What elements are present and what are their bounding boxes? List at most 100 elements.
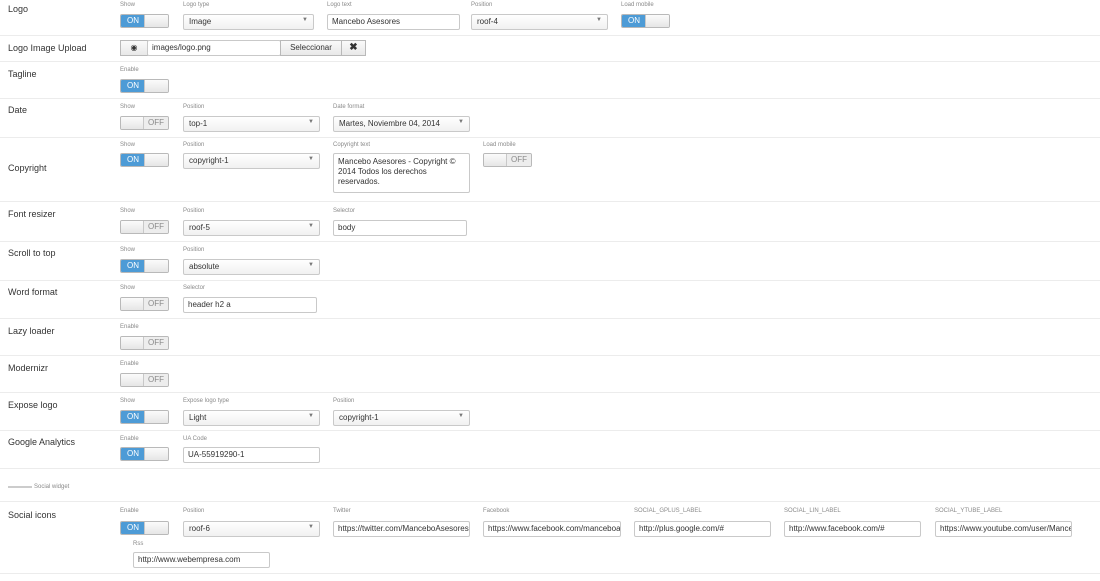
scroll-top-show-toggle[interactable]: ON [120,259,169,273]
divider [0,318,1100,319]
divider [0,201,1100,202]
lin-input[interactable]: http://www.facebook.com/# [784,521,921,537]
logo-path-input[interactable]: images/logo.png [147,40,281,56]
toggle-knob [121,221,144,233]
copyright-position-select[interactable]: copyright-1 ▼ [183,153,320,169]
divider [0,501,1100,502]
copyright-mobile-toggle[interactable]: OFF [483,153,532,167]
chevron-down-icon: ▼ [596,17,602,23]
logo-show-label: Show [120,2,136,8]
logo-position-select[interactable]: roof-4 ▼ [471,14,608,30]
toggle-on-text: ON [121,260,145,272]
font-resizer-show-toggle[interactable]: OFF [120,220,169,234]
select-file-button[interactable]: Seleccionar [280,40,342,56]
divider [0,98,1100,99]
date-position-select[interactable]: top-1 ▼ [183,116,320,132]
toggle-on-text: ON [121,522,145,534]
ytube-input[interactable]: https://www.youtube.com/user/ManceboAses… [935,521,1072,537]
modernizr-enable-toggle[interactable]: OFF [120,373,169,387]
date-format-label: Date format [333,104,365,110]
logo-show-toggle[interactable]: ON [120,14,169,28]
textarea-value: Mancebo Asesores - Copyright © 2014 Todo… [338,157,456,186]
toggle-knob [645,15,669,27]
lin-label: SOCIAL_LIN_LABEL [784,508,841,514]
eye-icon: ◉ [130,43,138,52]
expose-logo-label: Expose logo [8,400,58,410]
lazy-loader-label: Lazy loader [8,326,55,336]
social-widget-heading: Social widget [34,484,70,490]
font-resizer-selector-input[interactable]: body [333,220,467,236]
toggle-knob [144,260,168,272]
font-resizer-label: Font resizer [8,209,56,219]
input-value: UA-55919290-1 [188,450,245,459]
font-resizer-position-select[interactable]: roof-5 ▼ [183,220,320,236]
tagline-label: Tagline [8,69,37,79]
logo-text-input[interactable]: Mancebo Asesores [327,14,460,30]
gplus-input[interactable]: http://plus.google.com/# [634,521,771,537]
font-resizer-selector-label: Selector [333,208,356,214]
input-value: Mancebo Asesores [332,17,401,26]
date-show-toggle[interactable]: OFF [120,116,169,130]
toggle-knob [144,411,168,423]
social-position-select[interactable]: roof-6 ▼ [183,521,320,537]
word-format-selector-input[interactable]: header h2 a [183,297,317,313]
word-format-selector-label: Selector [183,285,206,291]
logo-type-select[interactable]: Image ▼ [183,14,314,30]
logo-type-label: Logo type [183,2,210,8]
divider [0,35,1100,36]
analytics-code-input[interactable]: UA-55919290-1 [183,447,320,463]
preview-button[interactable]: ◉ [120,40,148,56]
toggle-knob [121,337,144,349]
analytics-enable-label: Enable [120,436,139,442]
social-enable-toggle[interactable]: ON [120,521,169,535]
select-value: roof-4 [477,17,498,26]
toggle-on-text: ON [121,411,145,423]
toggle-knob [144,154,168,166]
toggle-off-text: OFF [143,117,168,129]
select-value: copyright-1 [189,156,229,165]
toggle-off-text: OFF [143,374,168,386]
select-value: Image [189,17,212,26]
twitter-label: Twitter [333,508,351,514]
select-value: copyright-1 [339,413,379,422]
facebook-input[interactable]: https://www.facebook.com/manceboasesores [483,521,621,537]
divider [0,392,1100,393]
toggle-on-text: ON [622,15,646,27]
copyright-text-label: Copyright text [333,142,371,148]
input-value: http://www.webempresa.com [138,555,241,564]
word-format-label: Word format [8,287,58,297]
input-value: https://www.facebook.com/manceboasesores [488,524,621,533]
rss-input[interactable]: http://www.webempresa.com [133,552,270,568]
social-icons-label: Social icons [8,510,57,520]
divider [0,430,1100,431]
input-value: https://twitter.com/ManceboAsesores [338,524,469,533]
divider [0,61,1100,62]
toggle-on-text: ON [121,15,145,27]
expose-logo-type-select[interactable]: Light ▼ [183,410,320,426]
expose-logo-position-select[interactable]: copyright-1 ▼ [333,410,470,426]
divider [0,573,1100,574]
copyright-label: Copyright [8,163,47,173]
analytics-enable-toggle[interactable]: ON [120,447,169,461]
word-format-show-toggle[interactable]: OFF [120,297,169,311]
input-value: images/logo.png [152,43,211,52]
toggle-on-text: ON [121,80,145,92]
date-format-select[interactable]: Martes, Noviembre 04, 2014 ▼ [333,116,470,132]
clear-icon[interactable]: ✖ [341,40,366,56]
copyright-show-toggle[interactable]: ON [120,153,169,167]
scroll-top-position-select[interactable]: absolute ▼ [183,259,320,275]
chevron-down-icon: ▼ [308,156,314,162]
toggle-knob [121,374,144,386]
lazy-loader-enable-toggle[interactable]: OFF [120,336,169,350]
font-resizer-position-label: Position [183,208,205,214]
twitter-input[interactable]: https://twitter.com/ManceboAsesores [333,521,470,537]
chevron-down-icon: ▼ [458,413,464,419]
toggle-off-text: OFF [143,337,168,349]
logo-mobile-toggle[interactable]: ON [621,14,670,28]
toggle-knob [121,117,144,129]
toggle-knob [121,298,144,310]
copyright-text-area[interactable]: Mancebo Asesores - Copyright © 2014 Todo… [333,153,470,193]
tagline-enable-toggle[interactable]: ON [120,79,169,93]
input-value: body [338,223,356,232]
expose-logo-show-toggle[interactable]: ON [120,410,169,424]
